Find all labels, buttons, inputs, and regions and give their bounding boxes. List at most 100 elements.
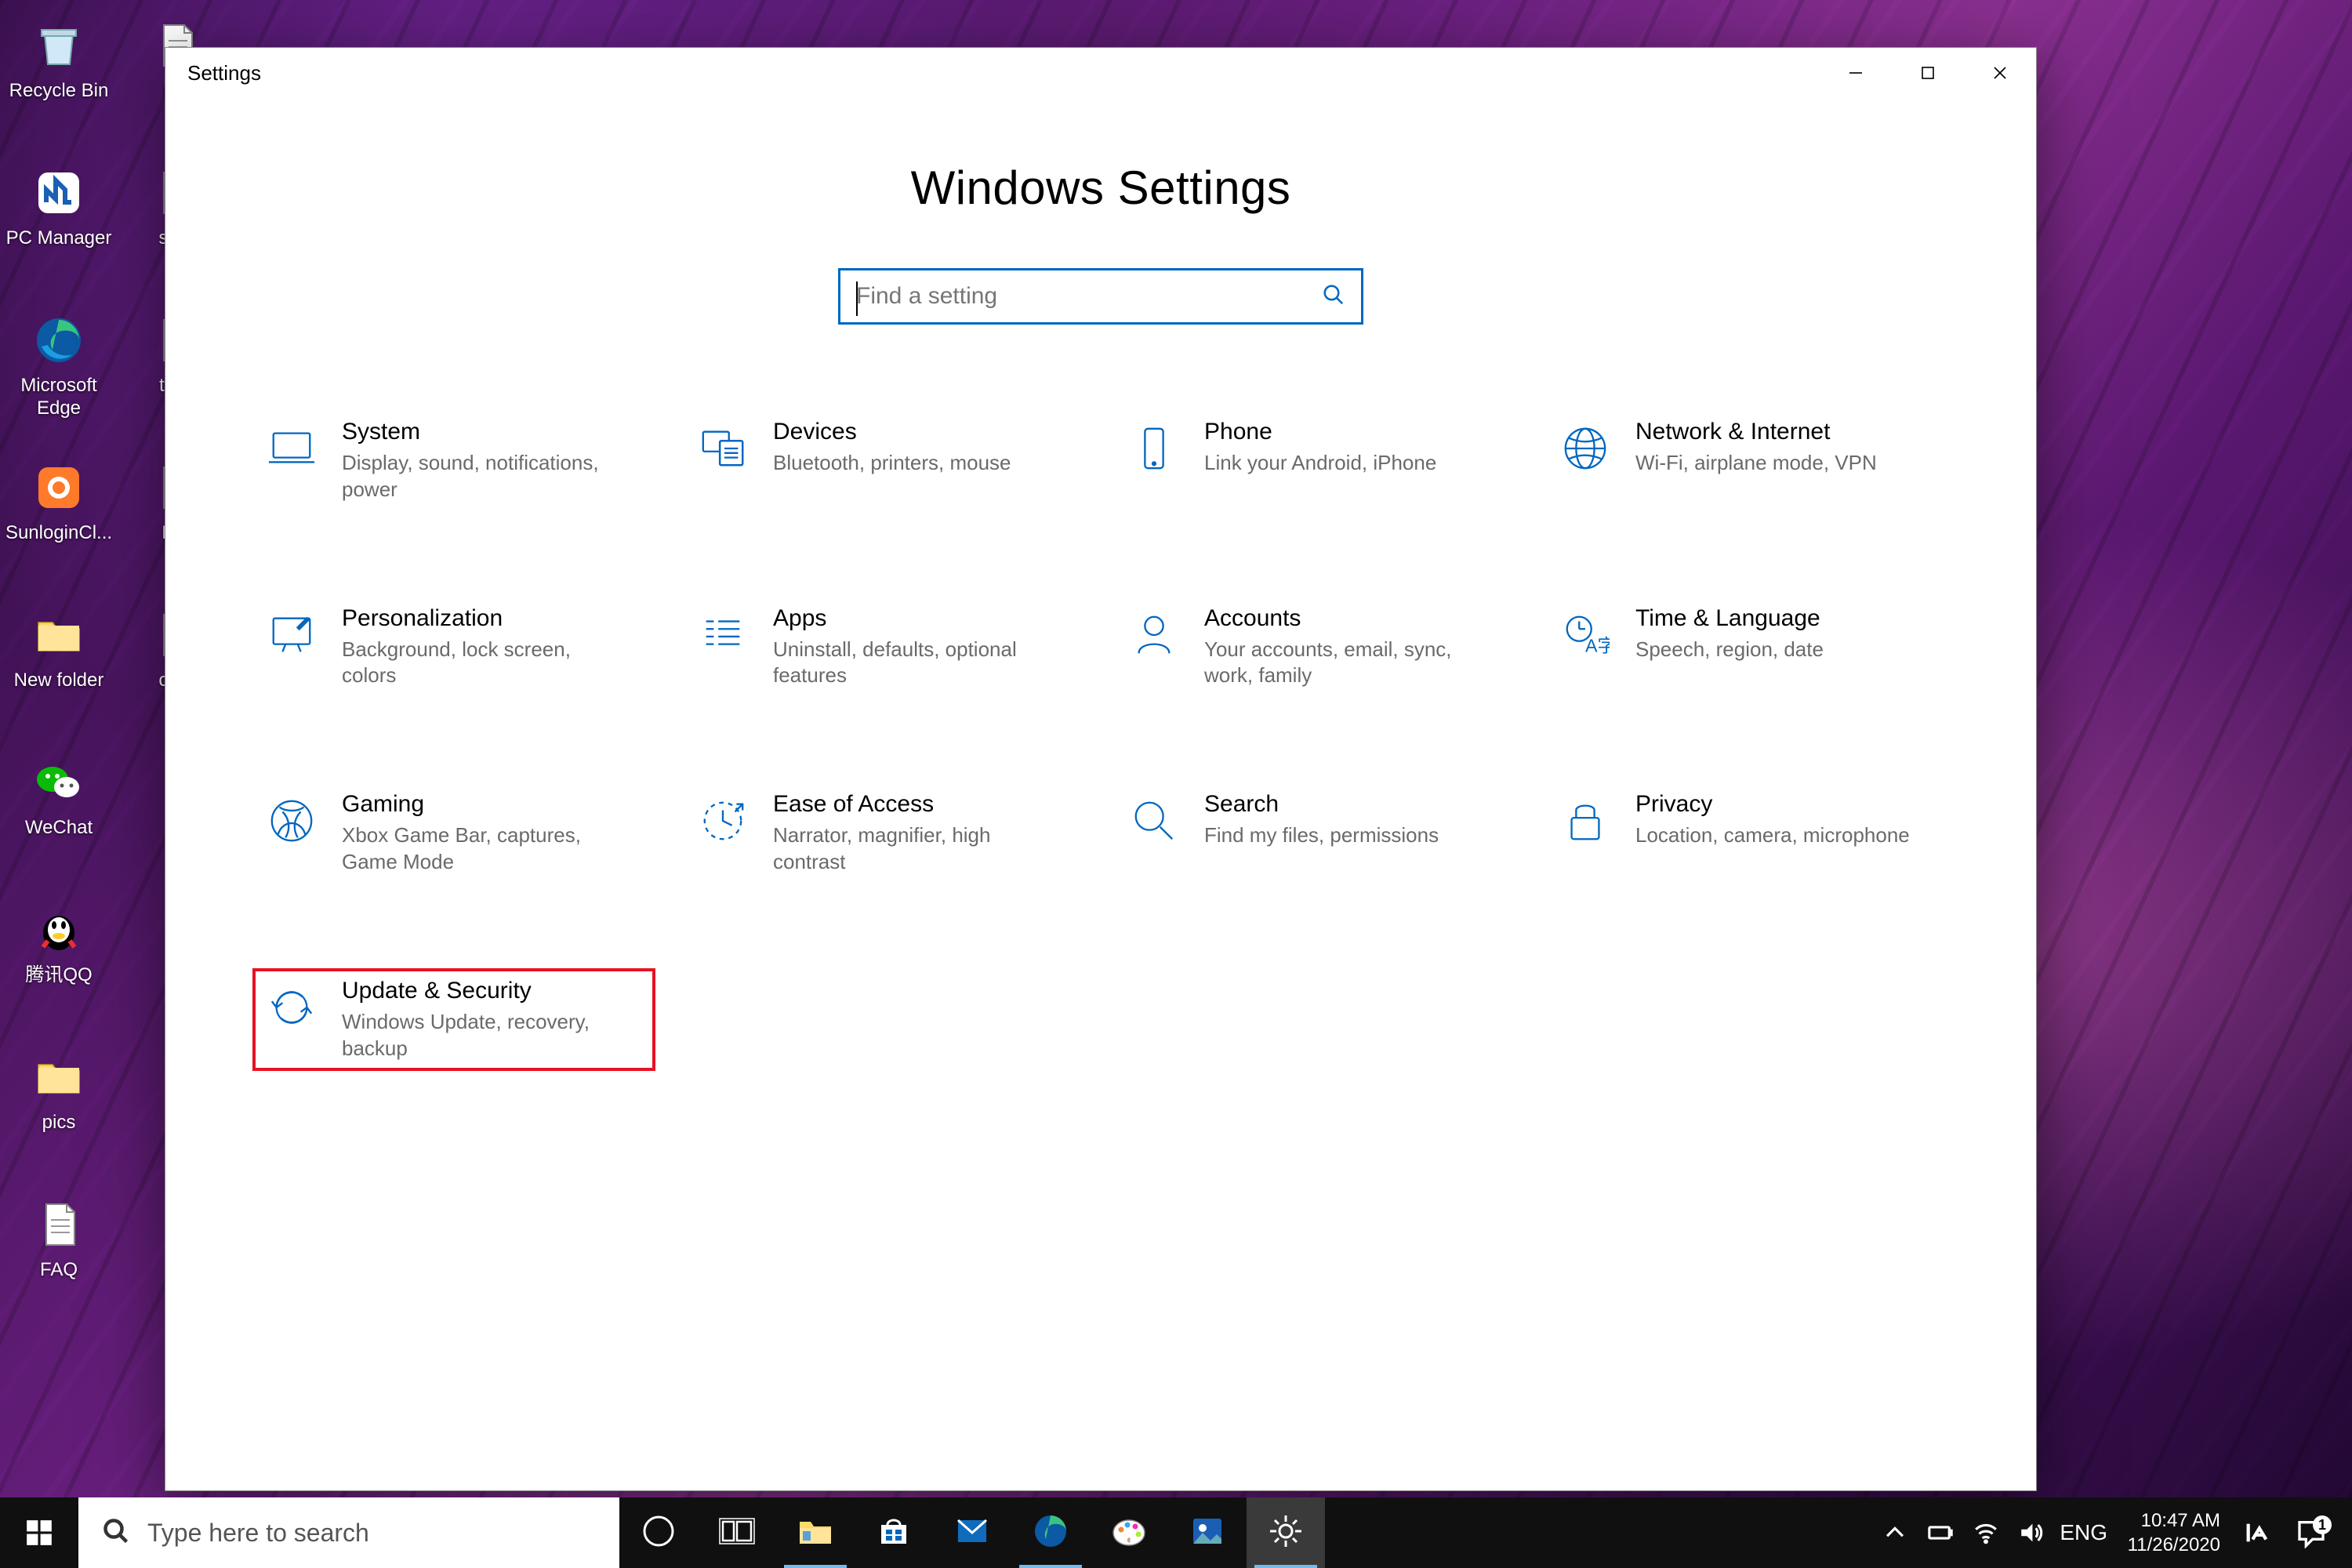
category-description: Display, sound, notifications, power bbox=[342, 450, 616, 503]
taskbar-mail-button[interactable] bbox=[933, 1497, 1011, 1568]
tray-time: 10:47 AM bbox=[2141, 1508, 2220, 1533]
category-description: Location, camera, microphone bbox=[1635, 822, 1910, 849]
settings-category-update[interactable]: Update & SecurityWindows Update, recover… bbox=[254, 970, 654, 1070]
folder-icon bbox=[27, 608, 90, 662]
category-title: Privacy bbox=[1635, 791, 1936, 818]
settings-category-search[interactable]: Search Find my files, permissions bbox=[1116, 783, 1516, 884]
taskbar-edge-button[interactable] bbox=[1011, 1497, 1090, 1568]
desktop-icon-folder[interactable]: New folder bbox=[0, 590, 118, 737]
desktop-icon-recycle-bin[interactable]: Recycle Bin bbox=[0, 0, 118, 147]
settings-category-apps[interactable]: AppsUninstall, defaults, optional featur… bbox=[685, 597, 1085, 698]
settings-category-network[interactable]: Network & InternetWi-Fi, airplane mode, … bbox=[1548, 411, 1947, 511]
category-description: Narrator, magnifier, high contrast bbox=[773, 822, 1047, 876]
category-description: Your accounts, email, sync, work, family bbox=[1204, 637, 1479, 690]
taskbar-cortana-button[interactable] bbox=[619, 1497, 698, 1568]
store-icon bbox=[875, 1512, 913, 1554]
tray-chevron-up-icon[interactable] bbox=[1872, 1497, 1918, 1568]
category-description: Find my files, permissions bbox=[1204, 822, 1479, 849]
desktop-icon-pc-manager[interactable]: PC Manager bbox=[0, 147, 118, 295]
desktop-icon-label: WeChat bbox=[20, 815, 97, 841]
tray-wifi-icon[interactable] bbox=[1963, 1497, 2009, 1568]
xbox-icon bbox=[265, 794, 318, 848]
start-button[interactable] bbox=[0, 1497, 78, 1568]
desktop-icon-sunlogin[interactable]: SunloginCl... bbox=[0, 442, 118, 590]
category-description: Bluetooth, printers, mouse bbox=[773, 450, 1047, 477]
tray-volume-icon[interactable] bbox=[2009, 1497, 2054, 1568]
desktop-icon-label: Microsoft Edge bbox=[0, 373, 118, 422]
ease-icon bbox=[696, 794, 750, 848]
mail-icon bbox=[953, 1512, 991, 1554]
doc-icon bbox=[27, 1198, 90, 1251]
desktop-icon-doc[interactable]: FAQ bbox=[0, 1179, 118, 1327]
tray-language-indicator[interactable]: ENG bbox=[2054, 1520, 2114, 1545]
tray-date: 11/26/2020 bbox=[2128, 1533, 2220, 1557]
task-view-icon bbox=[718, 1512, 756, 1554]
personalize-icon bbox=[265, 608, 318, 662]
settings-category-devices[interactable]: Devices Bluetooth, printers, mouse bbox=[685, 411, 1085, 511]
settings-search-input[interactable] bbox=[856, 283, 1322, 310]
taskbar-search-placeholder: Type here to search bbox=[147, 1519, 369, 1548]
settings-category-phone[interactable]: PhoneLink your Android, iPhone bbox=[1116, 411, 1516, 511]
settings-category-time[interactable]: Time & LanguageSpeech, region, date bbox=[1548, 597, 1947, 698]
desktop-icon-qq[interactable]: 腾讯QQ bbox=[0, 884, 118, 1032]
cortana-icon bbox=[640, 1512, 677, 1554]
file-explorer-icon bbox=[797, 1512, 834, 1554]
wechat-icon bbox=[27, 756, 90, 809]
system-tray: ENG 10:47 AM 11/26/2020 1 bbox=[1872, 1497, 2352, 1568]
window-titlebar[interactable]: Settings bbox=[165, 48, 2036, 98]
edge-icon bbox=[27, 314, 90, 367]
category-title: Devices bbox=[773, 419, 1074, 445]
sunlogin-icon bbox=[27, 461, 90, 514]
person-icon bbox=[1127, 608, 1181, 662]
category-title: Gaming bbox=[342, 791, 643, 818]
taskbar-task-view-button[interactable] bbox=[698, 1497, 776, 1568]
taskbar-paint-button[interactable] bbox=[1090, 1497, 1168, 1568]
update-icon bbox=[265, 981, 318, 1034]
settings-search-box[interactable] bbox=[838, 268, 1363, 325]
settings-category-gaming[interactable]: GamingXbox Game Bar, captures, Game Mode bbox=[254, 783, 654, 884]
settings-category-accounts[interactable]: Accounts Your accounts, email, sync, work… bbox=[1116, 597, 1516, 698]
taskbar-search-box[interactable]: Type here to search bbox=[78, 1497, 619, 1568]
window-maximize-button[interactable] bbox=[1892, 48, 1964, 98]
settings-category-personalization[interactable]: PersonalizationBackground, lock screen, … bbox=[254, 597, 654, 698]
devices-icon bbox=[696, 422, 750, 475]
taskbar-file-explorer-button[interactable] bbox=[776, 1497, 855, 1568]
category-title: Time & Language bbox=[1635, 605, 1936, 632]
taskbar-settings-button[interactable] bbox=[1247, 1497, 1325, 1568]
tray-action-center-icon[interactable]: 1 bbox=[2280, 1517, 2343, 1548]
tray-app-icon[interactable] bbox=[2234, 1497, 2280, 1568]
desktop-icon-edge[interactable]: Microsoft Edge bbox=[0, 295, 118, 442]
window-minimize-button[interactable] bbox=[1820, 48, 1892, 98]
edge-icon bbox=[1032, 1512, 1069, 1554]
desktop-icon-label: 腾讯QQ bbox=[20, 963, 96, 989]
category-title: Accounts bbox=[1204, 605, 1505, 632]
category-title: Apps bbox=[773, 605, 1074, 632]
search-icon bbox=[102, 1517, 130, 1549]
desktop-icon-folder[interactable]: pics bbox=[0, 1032, 118, 1179]
settings-category-ease[interactable]: Ease of Access Narrator, magnifier, high … bbox=[685, 783, 1085, 884]
tray-clock[interactable]: 10:47 AM 11/26/2020 bbox=[2114, 1508, 2234, 1557]
pc-manager-icon bbox=[27, 166, 90, 220]
taskbar-microsoft-store-button[interactable] bbox=[855, 1497, 933, 1568]
search-icon bbox=[1322, 283, 1345, 310]
qq-icon bbox=[27, 903, 90, 956]
taskbar: Type here to search ENG 10:47 AM 11/26/2… bbox=[0, 1497, 2352, 1568]
category-description: Background, lock screen, colors bbox=[342, 637, 616, 690]
settings-heading: Windows Settings bbox=[911, 161, 1291, 215]
phone-icon bbox=[1127, 422, 1181, 475]
tray-battery-icon[interactable] bbox=[1918, 1497, 1963, 1568]
desktop-icon-wechat[interactable]: WeChat bbox=[0, 737, 118, 884]
recycle-bin-icon bbox=[27, 19, 90, 72]
window-close-button[interactable] bbox=[1964, 48, 2036, 98]
category-title: Ease of Access bbox=[773, 791, 1074, 818]
desktop-icon-label: New folder bbox=[9, 668, 109, 694]
desktop-icon-label: PC Manager bbox=[2, 226, 117, 252]
desktop-icon-label: SunloginCl... bbox=[1, 521, 117, 546]
settings-category-system[interactable]: SystemDisplay, sound, notifications, pow… bbox=[254, 411, 654, 511]
time-lang-icon bbox=[1559, 608, 1612, 662]
category-title: Search bbox=[1204, 791, 1505, 818]
category-description: Wi-Fi, airplane mode, VPN bbox=[1635, 450, 1910, 477]
settings-category-privacy[interactable]: Privacy Location, camera, microphone bbox=[1548, 783, 1947, 884]
taskbar-photos-button[interactable] bbox=[1168, 1497, 1247, 1568]
laptop-icon bbox=[265, 422, 318, 475]
